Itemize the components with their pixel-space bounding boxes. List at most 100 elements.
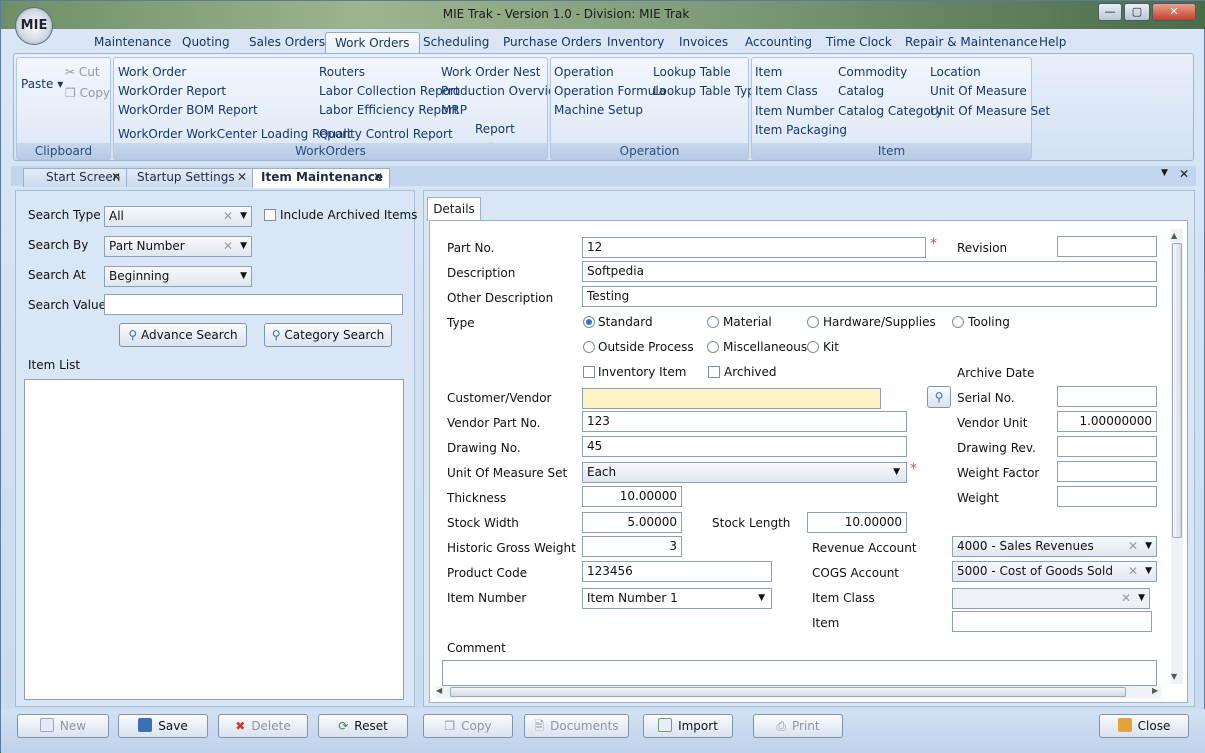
copy-ribbon-button[interactable]: ❐ Copy <box>65 86 110 100</box>
item-input[interactable] <box>952 611 1152 632</box>
ribbon-catalog-category[interactable]: Catalog Category <box>838 104 943 118</box>
print-button[interactable]: ⎙ Print <box>753 714 843 738</box>
clear-icon[interactable]: ✕ <box>1128 537 1138 556</box>
ribbon-operation[interactable]: Operation <box>554 65 614 79</box>
ribbon-workorder-bom-report[interactable]: WorkOrder BOM Report <box>118 103 258 117</box>
stock-width-input[interactable]: 5.00000 <box>582 512 682 533</box>
stock-length-input[interactable]: 10.00000 <box>807 512 907 533</box>
ribbon-item[interactable]: Item <box>755 65 782 79</box>
search-at-select[interactable]: Beginning ▼ <box>104 266 252 287</box>
tab-sales-orders[interactable]: Sales Orders <box>240 32 334 54</box>
item-list[interactable] <box>24 379 404 700</box>
close-icon[interactable]: ✕ <box>237 169 247 186</box>
ribbon-lookup-table[interactable]: Lookup Table <box>653 65 731 79</box>
tab-invoices[interactable]: Invoices <box>670 32 737 54</box>
ribbon-mrp[interactable]: MRP <box>441 103 467 117</box>
delete-button[interactable]: ✖ Delete <box>218 714 308 738</box>
close-icon[interactable]: ✕ <box>373 169 383 186</box>
ribbon-commodity[interactable]: Commodity <box>838 65 907 79</box>
doc-tab-startup-settings[interactable]: Startup Settings ✕ <box>126 168 254 187</box>
tab-scheduling[interactable]: Scheduling <box>414 32 498 54</box>
paste-button[interactable]: Paste ▾ <box>21 77 63 91</box>
search-value-input[interactable] <box>104 294 403 315</box>
maximize-button[interactable]: ▢ <box>1124 3 1150 21</box>
category-search-button[interactable]: ⚲ Category Search <box>264 323 392 347</box>
historic-gross-weight-input[interactable]: 3 <box>582 536 682 557</box>
type-hardware-radio[interactable] <box>807 316 819 328</box>
tab-repair-maintenance[interactable]: Repair & Maintenance <box>896 32 1047 54</box>
save-button[interactable]: Save <box>118 714 208 738</box>
ribbon-workorder-report[interactable]: WorkOrder Report <box>118 84 226 98</box>
cut-button[interactable]: ✂ Cut <box>65 65 100 79</box>
clear-icon[interactable]: ✕ <box>223 237 233 256</box>
tab-purchase-orders[interactable]: Purchase Orders <box>494 32 611 54</box>
drawing-rev-input[interactable] <box>1057 436 1157 457</box>
ribbon-operation-formula[interactable]: Operation Formula <box>554 84 666 98</box>
advance-search-button[interactable]: ⚲ Advance Search <box>119 323 247 347</box>
ribbon-lookup-table-type[interactable]: Lookup Table Type <box>653 84 762 98</box>
vertical-scroll-thumb[interactable] <box>1172 243 1182 538</box>
type-standard-radio[interactable] <box>583 316 595 328</box>
ribbon-production-overview[interactable]: Production Overview <box>441 84 565 98</box>
ribbon-unit-of-measure[interactable]: Unit Of Measure <box>930 84 1027 98</box>
vendor-unit-input[interactable]: 1.00000000 <box>1057 411 1157 432</box>
weight-factor-input[interactable] <box>1057 461 1157 482</box>
thickness-input[interactable]: 10.00000 <box>582 486 682 507</box>
ribbon-item-class[interactable]: Item Class <box>755 84 818 98</box>
new-button[interactable]: New <box>17 714 109 738</box>
clear-icon[interactable]: ✕ <box>1121 589 1131 608</box>
ribbon-labor-efficiency-report[interactable]: Labor Efficiency Report <box>319 103 458 117</box>
archived-checkbox[interactable] <box>708 366 720 378</box>
documents-button[interactable]: 🗎 Documents <box>524 714 629 738</box>
tab-time-clock[interactable]: Time Clock <box>817 32 901 54</box>
ribbon-location[interactable]: Location <box>930 65 981 79</box>
ribbon-catalog[interactable]: Catalog <box>838 84 884 98</box>
drawing-no-input[interactable]: 45 <box>582 436 907 457</box>
vendor-lookup-button[interactable]: ⚲ <box>927 386 951 408</box>
horizontal-scroll-thumb[interactable] <box>450 687 1126 697</box>
scroll-up-icon[interactable]: ▲ <box>1171 231 1177 240</box>
inventory-item-checkbox[interactable] <box>583 366 595 378</box>
doc-tab-item-maintenance[interactable]: Item Maintenance ✕ <box>252 168 390 188</box>
tab-maintenance[interactable]: Maintenance <box>85 32 180 54</box>
clear-icon[interactable]: ✕ <box>223 207 233 226</box>
ribbon-work-order-nest[interactable]: Work Order Nest <box>441 65 540 79</box>
close-icon[interactable]: ✕ <box>111 169 121 186</box>
description-input[interactable]: Softpedia <box>582 261 1157 282</box>
tab-list-dropdown-icon[interactable]: ▼ <box>1161 168 1168 178</box>
ribbon-item-number[interactable]: Item Number <box>755 104 834 118</box>
type-kit-radio[interactable] <box>807 341 819 353</box>
horizontal-scrollbar[interactable]: ◀ ▶ <box>436 686 1161 698</box>
close-all-icon[interactable]: ✕ <box>1179 167 1189 181</box>
minimize-button[interactable]: — <box>1098 3 1122 21</box>
item-number-select[interactable]: Item Number 1 ▼ <box>582 588 772 609</box>
tab-accounting[interactable]: Accounting <box>736 32 821 54</box>
ribbon-item-packaging[interactable]: Item Packaging <box>755 123 847 137</box>
other-description-input[interactable]: Testing <box>582 286 1157 307</box>
scroll-right-icon[interactable]: ▶ <box>1152 686 1158 695</box>
ribbon-routers[interactable]: Routers <box>319 65 365 79</box>
ribbon-quality-control-report[interactable]: Quality Control Report <box>319 127 453 141</box>
item-class-select[interactable]: ✕ ▼ <box>952 588 1150 609</box>
serial-no-input[interactable] <box>1057 386 1157 407</box>
uom-set-select[interactable]: Each ▼ <box>582 462 907 483</box>
reset-button[interactable]: ⟳ Reset <box>318 714 408 738</box>
type-miscellaneous-radio[interactable] <box>707 341 719 353</box>
ribbon-work-order[interactable]: Work Order <box>118 65 186 79</box>
type-outside-process-radio[interactable] <box>583 341 595 353</box>
product-code-input[interactable]: 123456 <box>582 561 772 582</box>
ribbon-labor-collection-report[interactable]: Labor Collection Report <box>319 84 460 98</box>
ribbon-workcenter-loading-report[interactable]: WorkOrder WorkCenter Loading Report <box>118 127 352 141</box>
revenue-account-select[interactable]: 4000 - Sales Revenues ✕ ▼ <box>952 536 1157 557</box>
scroll-down-icon[interactable]: ▼ <box>1171 672 1177 681</box>
type-material-radio[interactable] <box>707 316 719 328</box>
tab-inventory[interactable]: Inventory <box>598 32 673 54</box>
include-archived-checkbox[interactable] <box>264 209 276 221</box>
tab-work-orders[interactable]: Work Orders <box>325 32 420 54</box>
import-button[interactable]: Import <box>643 714 733 738</box>
vendor-part-input[interactable]: 123 <box>582 411 907 432</box>
tab-help[interactable]: Help <box>1030 32 1075 54</box>
close-window-button[interactable]: ✕ <box>1152 3 1196 21</box>
doc-tab-start-screen[interactable]: Start Screen ✕ <box>23 168 128 187</box>
tab-details[interactable]: Details <box>427 197 481 221</box>
